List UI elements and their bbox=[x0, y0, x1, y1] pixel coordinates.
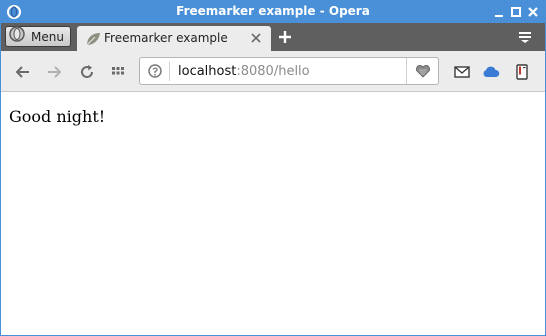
url-text[interactable]: localhost:8080/hello bbox=[178, 64, 310, 79]
tab-close-icon[interactable] bbox=[249, 31, 263, 45]
tab-bar: Menu Freemarker example bbox=[1, 23, 545, 51]
window-title: Freemarker example - Opera bbox=[176, 4, 370, 18]
maximize-icon[interactable] bbox=[508, 4, 524, 20]
browser-window: Freemarker example - Opera Menu Freemark… bbox=[0, 0, 546, 336]
menu-button[interactable]: Menu bbox=[5, 26, 71, 47]
reload-icon[interactable] bbox=[78, 63, 96, 81]
close-icon[interactable] bbox=[525, 4, 541, 20]
page-content: Good night! bbox=[1, 93, 545, 335]
back-arrow-icon[interactable] bbox=[14, 63, 32, 81]
mail-icon[interactable] bbox=[453, 63, 471, 81]
speed-dial-icon[interactable] bbox=[109, 63, 127, 81]
address-bar[interactable]: localhost:8080/hello bbox=[139, 57, 439, 85]
tab-menu-icon[interactable] bbox=[517, 30, 533, 44]
forward-arrow-icon[interactable] bbox=[45, 63, 63, 81]
stash-button[interactable] bbox=[406, 58, 438, 84]
plus-icon[interactable] bbox=[278, 30, 292, 44]
opera-logo-icon bbox=[9, 26, 25, 42]
heart-icon bbox=[416, 65, 430, 78]
navigation-toolbar: localhost:8080/hello bbox=[1, 51, 545, 92]
tab-freemarker-example[interactable]: Freemarker example bbox=[77, 26, 271, 51]
address-separator bbox=[169, 62, 170, 81]
url-path: :8080/hello bbox=[236, 64, 310, 79]
menu-label: Menu bbox=[31, 30, 64, 44]
page-message: Good night! bbox=[9, 107, 106, 126]
cloud-icon[interactable] bbox=[482, 63, 500, 81]
title-bar: Freemarker example - Opera bbox=[1, 1, 545, 23]
tab-title: Freemarker example bbox=[104, 31, 228, 45]
site-info-icon[interactable] bbox=[148, 64, 162, 78]
leaf-favicon-icon bbox=[86, 33, 100, 46]
minimize-icon[interactable] bbox=[491, 4, 507, 20]
url-host: localhost bbox=[178, 64, 237, 79]
extension-icon[interactable] bbox=[513, 63, 531, 81]
